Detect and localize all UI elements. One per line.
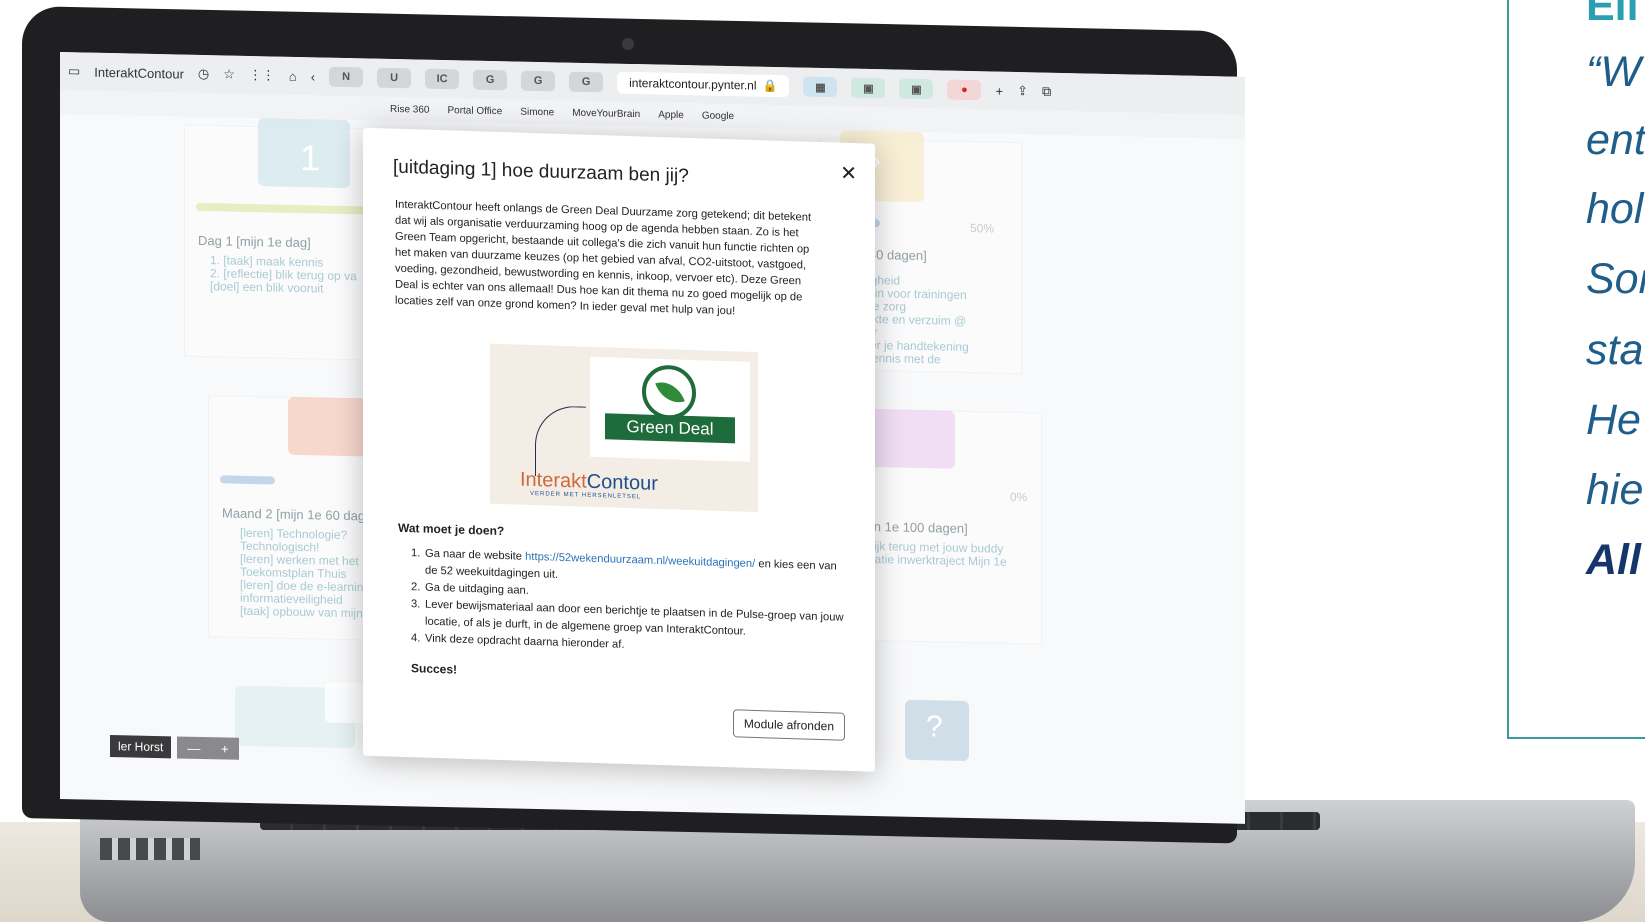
lock-icon: 🔒 [762, 78, 778, 94]
history-icon[interactable]: ◷ [198, 66, 209, 82]
url-text: interaktcontour.pynter.nl [629, 75, 757, 93]
green-deal-logo: Green Deal [590, 356, 750, 462]
close-icon[interactable]: ✕ [840, 161, 857, 187]
zoom-out-button[interactable]: — [187, 740, 200, 755]
sidebar-toggle-icon[interactable]: ▭ [68, 63, 80, 79]
modal-title: [uitdaging 1] hoe duurzaam ben jij? [393, 156, 689, 187]
camera-icon [622, 38, 634, 50]
quote-panel: Ell “W ent hol Son sta He hie All [1507, 0, 1645, 739]
back-icon[interactable]: ‹ [311, 69, 315, 84]
home-icon[interactable]: ⌂ [289, 68, 297, 83]
quote-heading: Ell [1586, 0, 1639, 30]
modal-intro-text: InteraktContour heeft onlangs de Green D… [395, 198, 812, 318]
leaf-icon [642, 364, 696, 421]
green-deal-image: Green Deal InteraktContour VERDER MET HE… [490, 343, 758, 513]
step-text: Ga naar de website [425, 547, 526, 563]
share-icon[interactable]: ⇪ [1017, 83, 1028, 99]
zoom-in-button[interactable]: + [221, 741, 229, 756]
browser-tab-teams[interactable]: ▣ [851, 77, 886, 99]
bookmark-portal-office[interactable]: Portal Office [447, 105, 502, 117]
step-number: 1. [411, 547, 421, 560]
browser-tab[interactable]: G [521, 70, 556, 92]
logo-part-2: Contour [586, 470, 658, 495]
weekuitdagingen-link[interactable]: https://52wekenduurzaam.nl/weekuitdaging… [525, 551, 755, 570]
quote-line: Son [1586, 255, 1645, 303]
steps-list: 1. Ga naar de website https://52wekenduu… [411, 545, 851, 661]
browser-tab[interactable]: IC [425, 68, 460, 90]
bookmark-folder-moveyourbrain[interactable]: MoveYourBrain [572, 107, 640, 119]
bookmark-apple[interactable]: Apple [658, 109, 684, 121]
closing-text: Succes! [411, 661, 458, 677]
browser-tab[interactable]: G [473, 69, 508, 91]
step-number: 3. [411, 598, 421, 611]
laptop-ports [100, 838, 200, 860]
logo-part-1: Interakt [520, 468, 587, 493]
star-icon[interactable]: ☆ [223, 66, 235, 82]
browser-tab-teams[interactable]: ▣ [899, 78, 934, 100]
quote-line-strong: All [1586, 536, 1641, 584]
step-number: 2. [411, 581, 421, 594]
active-tab-url[interactable]: interaktcontour.pynter.nl 🔒 [617, 71, 790, 98]
browser-tab[interactable]: N [329, 66, 364, 88]
step-text: Vink deze opdracht daarna hieronder af. [425, 632, 625, 651]
quote-line: sta [1586, 326, 1644, 374]
module-afronden-button[interactable]: Module afronden [732, 709, 845, 741]
challenge-modal: [uitdaging 1] hoe duurzaam ben jij? ✕ In… [363, 127, 875, 772]
quote-line: He [1586, 396, 1641, 444]
bookmark-folder-simone[interactable]: Simone [520, 106, 554, 118]
bookmark-google[interactable]: Google [702, 110, 734, 122]
step-text: Ga de uitdaging aan. [425, 581, 529, 597]
arrow-icon [535, 405, 586, 478]
tabs-overview-icon[interactable]: ⧉ [1042, 84, 1051, 100]
browser-tab-office[interactable]: ▦ [803, 76, 838, 98]
quote-line: hol [1586, 185, 1644, 233]
section-heading: Wat moet je doen? [398, 520, 505, 539]
step-number: 4. [411, 632, 421, 645]
zoom-control: — + [177, 736, 239, 760]
grid-icon[interactable]: ⋮⋮ [249, 67, 275, 84]
quote-line: ent [1586, 116, 1645, 164]
browser-tab[interactable]: U [377, 67, 412, 89]
bookmark-rise360[interactable]: Rise 360 [390, 103, 429, 115]
laptop-screen: ▭ InteraktContour ◷ ☆ ⋮⋮ ⌂ ‹ N U IC G G … [60, 52, 1245, 824]
user-name-chip[interactable]: ler Horst [110, 735, 172, 759]
quote-line: “W [1586, 48, 1641, 96]
green-deal-banner: Green Deal [605, 413, 735, 444]
browser-tab[interactable]: G [569, 71, 604, 93]
profile-switcher[interactable]: InteraktContour [94, 64, 184, 81]
browser-tab-record[interactable]: ● [947, 79, 982, 101]
quote-line: hie [1586, 466, 1644, 514]
new-tab-icon[interactable]: + [995, 83, 1003, 98]
